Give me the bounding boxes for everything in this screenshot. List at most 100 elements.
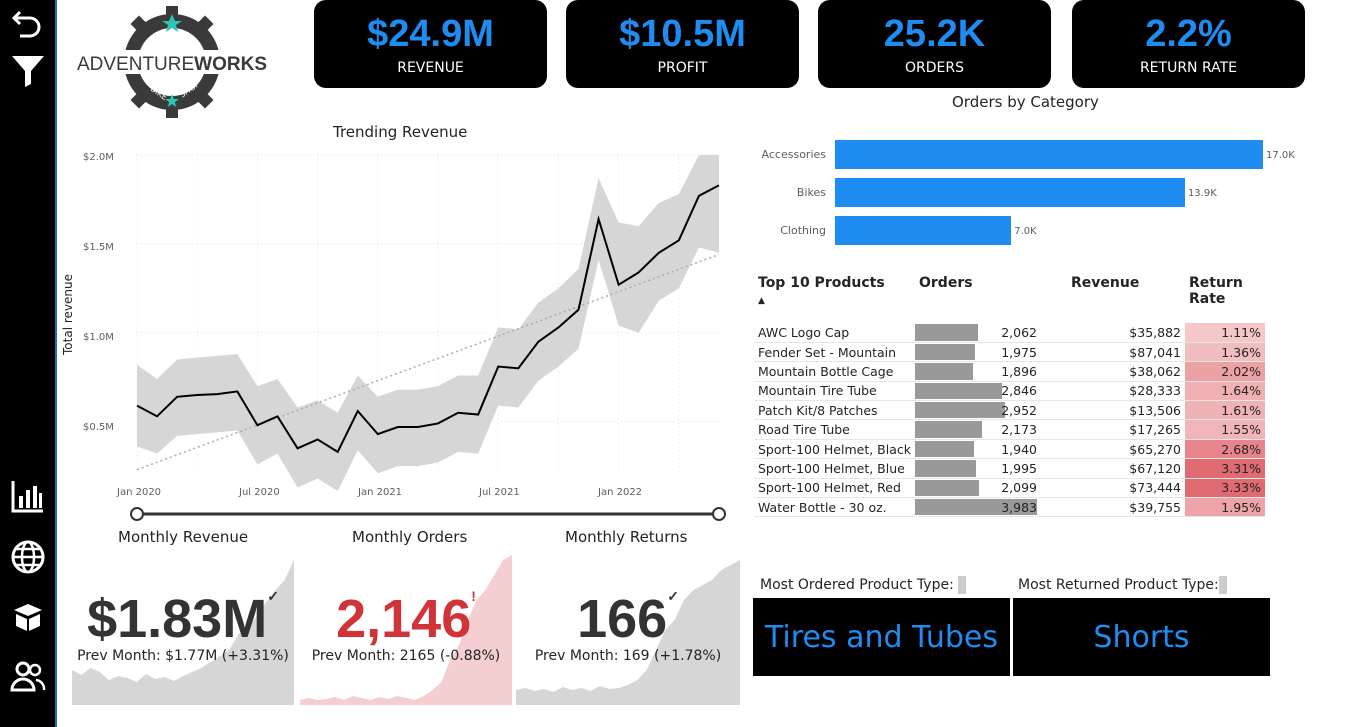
filter-icon[interactable] — [10, 52, 46, 88]
category-bar[interactable] — [835, 216, 1012, 245]
return-rate-cell: 2.02% — [1185, 361, 1265, 382]
sidebar-nav — [0, 0, 57, 727]
y-tick: $1.0M — [83, 332, 114, 343]
globe-icon[interactable] — [10, 539, 46, 575]
orders-cell: 2,062 — [915, 323, 1041, 343]
col-header-return-rate[interactable]: Return Rate — [1185, 273, 1265, 323]
product-name-cell: Sport-100 Helmet, Red — [754, 478, 915, 499]
product-name-cell: Patch Kit/8 Patches — [754, 400, 915, 421]
col-header-product[interactable]: Top 10 Products ▲ — [754, 273, 915, 323]
table-row[interactable]: Fender Set - Mountain 1,975 $87,041 1.36% — [754, 342, 1265, 363]
orders-value: 2,173 — [1001, 422, 1037, 438]
kpi-label: RETURN RATE — [1139, 60, 1238, 76]
kpi-value: $24.9M — [367, 13, 494, 55]
back-arrow-icon[interactable] — [10, 4, 46, 40]
orders-value: 2,062 — [1001, 324, 1037, 340]
category-label: Clothing — [780, 224, 826, 237]
kpi-label: REVENUE — [397, 60, 464, 76]
kpi-profit: $10.5M PROFIT — [566, 0, 799, 88]
monthly-revenue-card[interactable]: $1.83M✓ Prev Month: $1.77M (+3.31%) — [72, 550, 294, 705]
product-name-cell: Sport-100 Helmet, Blue — [754, 458, 915, 479]
orders-data-bar — [915, 460, 977, 477]
return-rate-cell: 1.55% — [1185, 419, 1265, 440]
bar-chart-icon[interactable] — [10, 478, 46, 514]
monthly-returns-title: Monthly Returns — [565, 528, 688, 546]
revenue-cell: $73,444 — [1041, 478, 1185, 499]
category-value-label: 17.0K — [1266, 150, 1295, 161]
x-tick: Jul 2020 — [238, 487, 280, 498]
table-row[interactable]: Patch Kit/8 Patches 2,952 $13,506 1.61% — [754, 400, 1265, 421]
monthly-orders-value: 2,146! — [336, 588, 476, 649]
orders-cell: 2,846 — [915, 381, 1041, 402]
y-tick: $2.0M — [83, 152, 114, 163]
orders-value: 2,099 — [1001, 480, 1037, 496]
x-tick: Jan 2021 — [357, 487, 402, 498]
most-returned-value-box: Shorts — [1013, 598, 1270, 676]
kpi-value: 25.2K — [883, 13, 986, 55]
orders-value: 1,896 — [1001, 363, 1037, 379]
return-rate-cell: 1.36% — [1185, 342, 1265, 363]
table-row[interactable]: Road Tire Tube 2,173 $17,265 1.55% — [754, 419, 1265, 440]
orders-data-bar — [915, 421, 982, 438]
product-name-cell: Road Tire Tube — [754, 419, 915, 440]
users-icon[interactable] — [10, 658, 46, 694]
return-rate-cell: 1.64% — [1185, 381, 1265, 402]
y-tick: $1.5M — [83, 242, 114, 253]
category-label: Accessories — [761, 148, 826, 161]
product-name-cell: Fender Set - Mountain — [754, 342, 915, 363]
range-slider-start-handle[interactable] — [130, 507, 144, 521]
y-tick: $0.5M — [83, 422, 114, 433]
kpi-return-rate: 2.2% RETURN RATE — [1072, 0, 1305, 88]
box-icon[interactable] — [10, 598, 46, 634]
kpi-label: ORDERS — [905, 60, 964, 76]
kpi-value: 2.2% — [1145, 13, 1232, 55]
range-slider-end-handle[interactable] — [712, 507, 726, 521]
return-rate-cell: 1.11% — [1185, 323, 1265, 343]
orders-data-bar — [915, 402, 1006, 419]
table-row[interactable]: Sport-100 Helmet, Red 2,099 $73,444 3.33% — [754, 478, 1265, 499]
product-name-cell: Mountain Bottle Cage — [754, 361, 915, 382]
monthly-returns-card[interactable]: 166✓ Prev Month: 169 (+1.78%) — [516, 550, 740, 705]
product-name-cell: Sport-100 Helmet, Black — [754, 439, 915, 460]
kpi-label: PROFIT — [657, 60, 708, 76]
return-rate-cell: 3.31% — [1185, 458, 1265, 479]
category-value-label: 13.9K — [1187, 188, 1217, 199]
orders-data-bar — [915, 382, 1003, 400]
revenue-cell: $87,041 — [1041, 342, 1185, 363]
monthly-orders-prev: Prev Month: 2165 (-0.88%) — [311, 648, 501, 664]
adventureworks-logo: ADVENTUREWORKS BIKE SHOP — [72, 4, 272, 120]
orders-value: 3,983 — [1001, 499, 1037, 515]
monthly-orders-card[interactable]: 2,146! Prev Month: 2165 (-0.88%) — [300, 550, 512, 705]
col-header-orders[interactable]: Orders — [915, 273, 1041, 323]
table-row[interactable]: Sport-100 Helmet, Black 1,940 $65,270 2.68% — [754, 439, 1265, 460]
confidence-band — [137, 155, 719, 491]
y-axis-label: Total revenue — [61, 274, 75, 356]
category-label: Bikes — [796, 186, 826, 199]
orders-value: 1,995 — [1001, 460, 1037, 476]
revenue-cell: $13,506 — [1041, 400, 1185, 421]
table-row[interactable]: AWC Logo Cap 2,062 $35,882 1.11% — [754, 323, 1265, 343]
return-rate-cell: 1.61% — [1185, 400, 1265, 421]
orders-cell: 1,975 — [915, 342, 1041, 363]
most-returned-label: Most Returned Product Type: — [1018, 576, 1227, 594]
trending-revenue-chart[interactable]: Total revenue $2.0M $1.5M $1.0M $0.5M Ja… — [60, 145, 740, 530]
orders-value: 2,846 — [1001, 383, 1037, 399]
monthly-revenue-title: Monthly Revenue — [118, 528, 249, 546]
x-tick: Jan 2020 — [116, 487, 161, 498]
return-rate-cell: 3.33% — [1185, 478, 1265, 499]
table-row[interactable]: Mountain Tire Tube 2,846 $28,333 1.64% — [754, 381, 1265, 402]
revenue-cell: $65,270 — [1041, 439, 1185, 460]
table-row[interactable]: Mountain Bottle Cage 1,896 $38,062 2.02% — [754, 361, 1265, 382]
monthly-revenue-prev: Prev Month: $1.77M (+3.31%) — [77, 648, 289, 664]
monthly-returns-prev: Prev Month: 169 (+1.78%) — [534, 648, 722, 664]
col-header-revenue[interactable]: Revenue — [1041, 273, 1185, 323]
table-row[interactable]: Sport-100 Helmet, Blue 1,995 $67,120 3.31% — [754, 458, 1265, 479]
svg-text:ADVENTUREWORKS: ADVENTUREWORKS — [77, 54, 267, 75]
revenue-cell: $39,755 — [1041, 497, 1185, 518]
kpi-value: $10.5M — [619, 13, 746, 55]
category-bar[interactable] — [835, 140, 1263, 169]
table-row[interactable]: Water Bottle - 30 oz. 3,983 $39,755 1.95% — [754, 497, 1265, 518]
category-bar[interactable] — [835, 178, 1185, 207]
product-name-cell: Water Bottle - 30 oz. — [754, 497, 915, 518]
trend-chart-title: Trending Revenue — [333, 123, 468, 141]
